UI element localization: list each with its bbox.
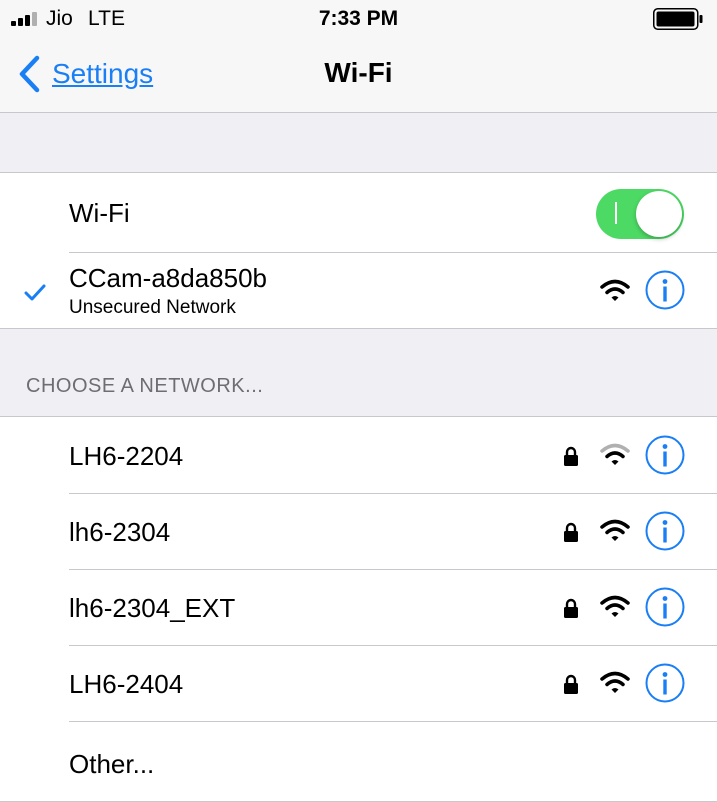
lock-icon xyxy=(564,598,578,618)
info-icon[interactable] xyxy=(645,435,685,475)
carrier-name: Jio xyxy=(46,7,73,30)
lock-icon xyxy=(564,446,578,466)
network-row[interactable]: LH6-2404 xyxy=(0,645,717,721)
network-row[interactable]: lh6-2304_EXT xyxy=(0,569,717,645)
toggle-knob xyxy=(636,191,682,237)
back-label: Settings xyxy=(52,58,154,89)
wifi-toggle-row: Wi-Fi xyxy=(0,173,717,252)
info-icon[interactable] xyxy=(645,587,685,627)
back-button[interactable]: Settings xyxy=(18,52,153,96)
connected-network-row[interactable]: CCam-a8da850b Unsecured Network xyxy=(0,252,717,328)
network-name: lh6-2304 xyxy=(69,517,171,547)
connected-network-name: CCam-a8da850b xyxy=(69,263,268,293)
network-type: LTE xyxy=(88,7,125,30)
status-bar: Jio LTE 7:33 PM xyxy=(0,0,717,38)
section-header: CHOOSE A NETWORK... xyxy=(26,375,264,397)
wifi-signal-icon xyxy=(600,595,630,617)
info-icon[interactable] xyxy=(645,663,685,703)
connected-network-subtitle: Unsecured Network xyxy=(69,297,236,318)
wifi-toggle-switch[interactable] xyxy=(596,189,684,239)
lock-icon xyxy=(564,674,578,694)
network-row[interactable]: lh6-2304 xyxy=(0,493,717,569)
navigation-bar: Settings Wi-Fi xyxy=(0,38,717,113)
network-name: LH6-2404 xyxy=(69,669,184,699)
wifi-signal-icon xyxy=(600,443,630,465)
network-name: lh6-2304_EXT xyxy=(69,593,236,623)
battery-icon xyxy=(653,8,703,30)
wifi-toggle-label: Wi-Fi xyxy=(69,198,130,228)
wifi-signal-icon xyxy=(600,279,630,301)
chevron-left-icon xyxy=(19,55,40,93)
cellular-signal-icon xyxy=(11,12,37,26)
toggle-on-mark xyxy=(615,202,617,224)
other-network-label: Other... xyxy=(69,749,155,779)
info-icon[interactable] xyxy=(645,511,685,551)
wifi-status-group: Wi-Fi CCam-a8da850b Unsecured Network xyxy=(0,172,717,329)
network-name: LH6-2204 xyxy=(69,441,184,471)
info-icon[interactable] xyxy=(645,270,685,310)
network-row[interactable]: LH6-2204 xyxy=(0,417,717,493)
lock-icon xyxy=(564,522,578,542)
checkmark-icon xyxy=(24,284,46,301)
other-network-row[interactable]: Other... xyxy=(0,721,717,801)
available-networks-group: LH6-2204 lh6-2304 lh6-2304_EXT LH6-2404 … xyxy=(0,416,717,802)
wifi-signal-icon xyxy=(600,519,630,541)
wifi-signal-icon xyxy=(600,671,630,693)
